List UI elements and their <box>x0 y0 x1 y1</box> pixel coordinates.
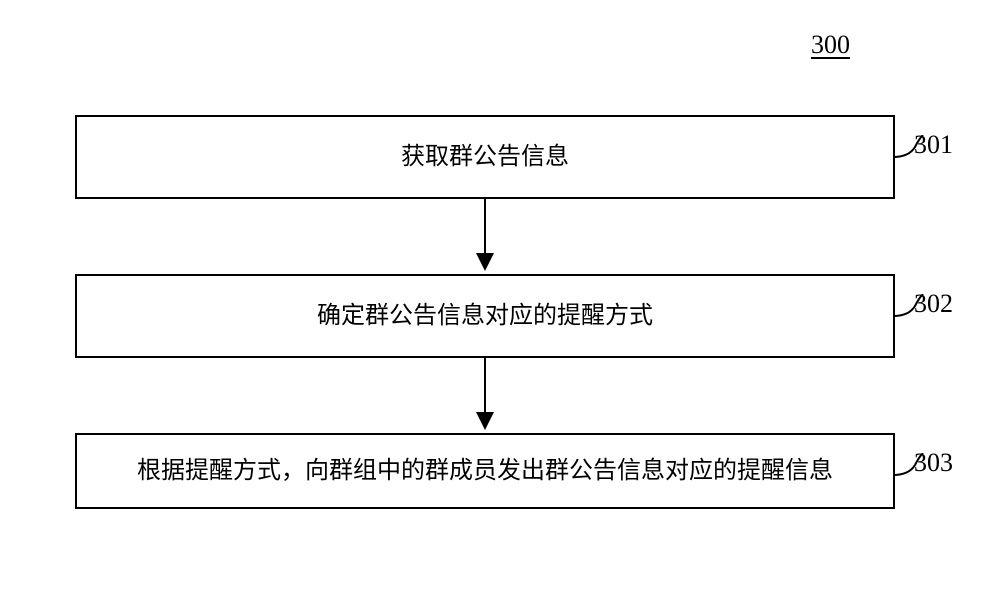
step-text: 获取群公告信息 <box>401 144 569 170</box>
arrow-down <box>75 358 895 433</box>
step-number: 302 <box>914 284 953 323</box>
step-number: 301 <box>914 125 953 164</box>
step-box-301: 301 获取群公告信息 <box>75 115 895 199</box>
step-text: 根据提醒方式，向群组中的群成员发出群公告信息对应的提醒信息 <box>137 458 833 484</box>
step-box-302: 302 确定群公告信息对应的提醒方式 <box>75 274 895 358</box>
step-text: 确定群公告信息对应的提醒方式 <box>317 303 653 329</box>
flowchart-container: 301 获取群公告信息 302 确定群公告信息对应的提醒方式 303 根据提醒方… <box>75 115 925 509</box>
diagram-label: 300 <box>811 30 850 60</box>
arrow-down <box>75 199 895 274</box>
step-box-303: 303 根据提醒方式，向群组中的群成员发出群公告信息对应的提醒信息 <box>75 433 895 509</box>
step-number: 303 <box>914 443 953 482</box>
